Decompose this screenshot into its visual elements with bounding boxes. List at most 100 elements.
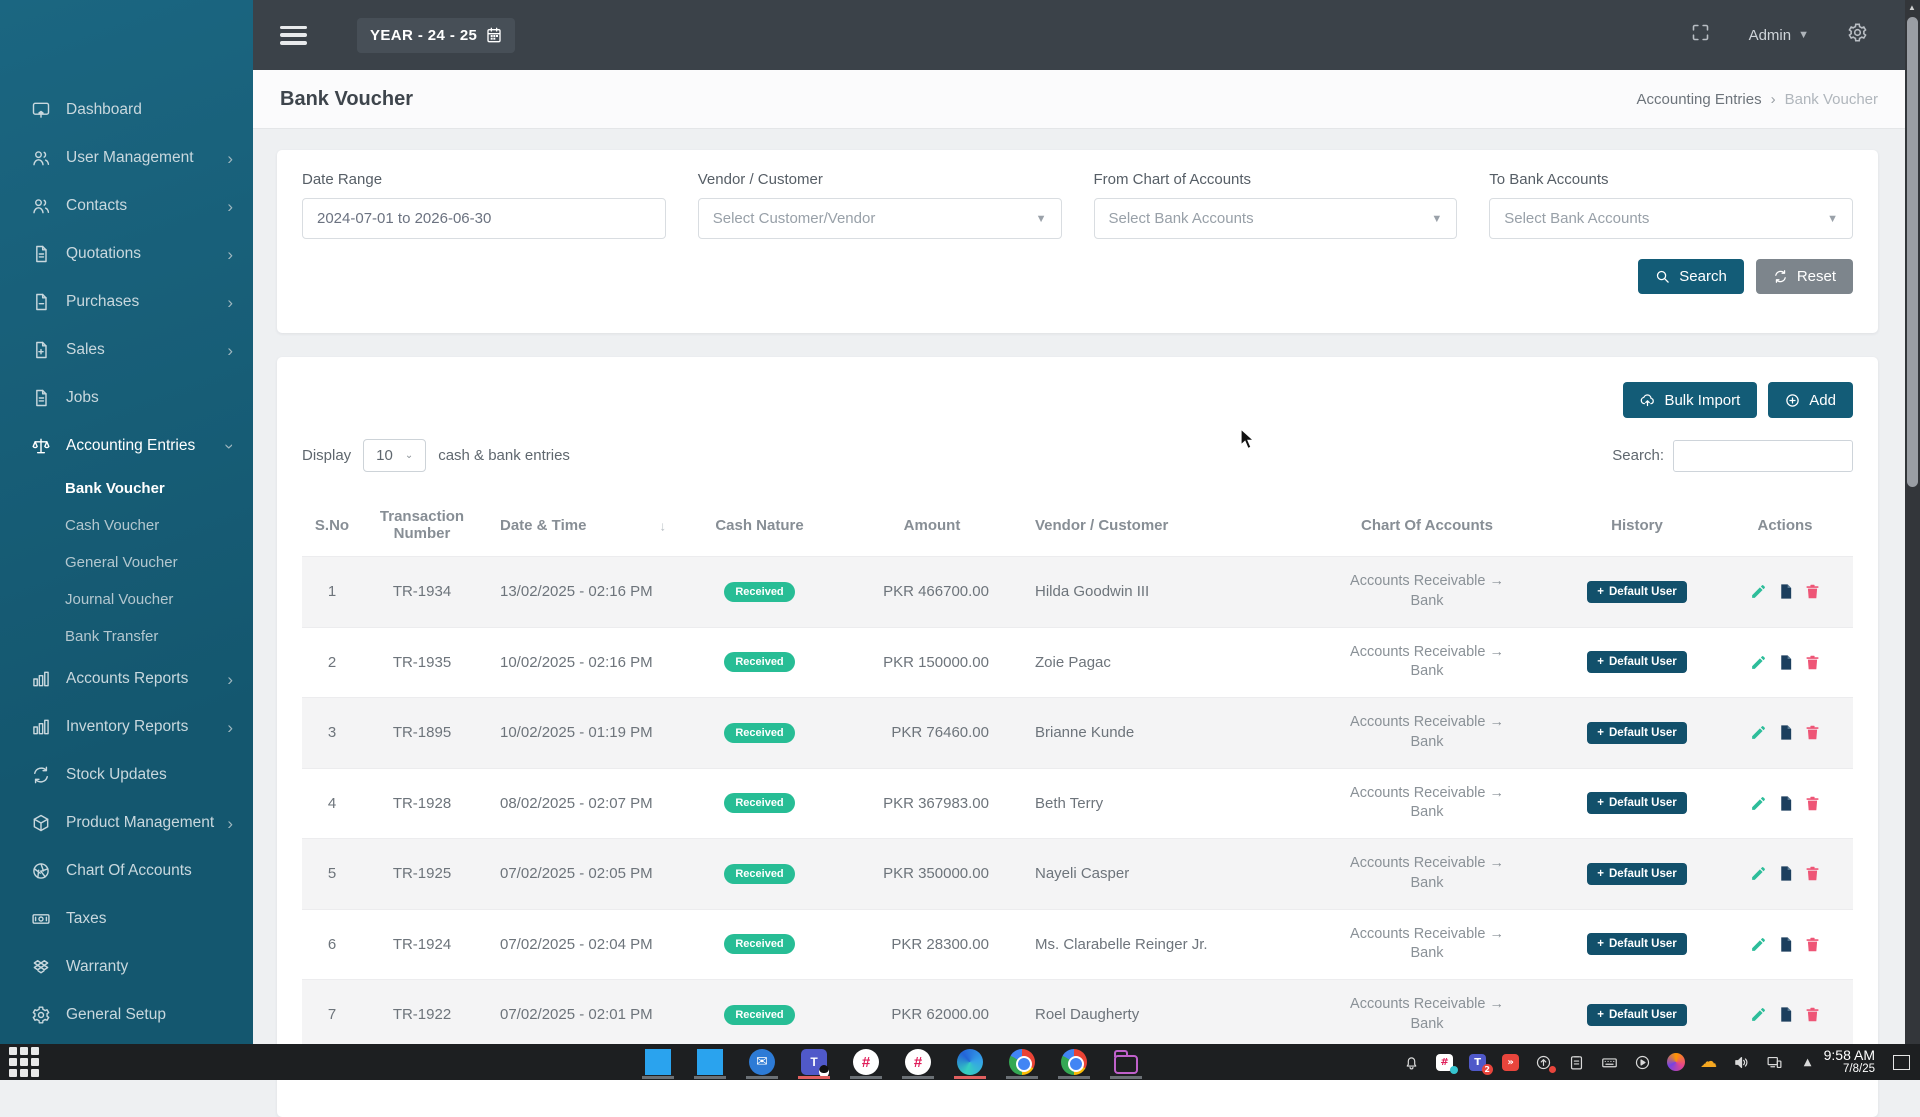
history-user-badge[interactable]: +Default User — [1587, 792, 1686, 814]
page-scrollbar[interactable]: ▲ — [1905, 0, 1920, 1044]
tray-keyboard-icon[interactable] — [1600, 1052, 1620, 1072]
column-header-cash-nature[interactable]: Cash Nature — [672, 517, 847, 534]
reset-button[interactable]: Reset — [1756, 259, 1853, 294]
sidebar-subitem-cash-voucher[interactable]: Cash Voucher — [0, 507, 253, 544]
edit-button[interactable] — [1750, 865, 1767, 882]
sidebar-subitem-bank-transfer[interactable]: Bank Transfer — [0, 618, 253, 655]
history-user-badge[interactable]: +Default User — [1587, 933, 1686, 955]
date-range-input[interactable]: 2024-07-01 to 2026-06-30 — [302, 198, 666, 239]
taskbar-app-slack-icon[interactable]: # — [901, 1045, 935, 1079]
delete-button[interactable] — [1804, 795, 1821, 812]
tray-clipboard-icon[interactable] — [1567, 1052, 1587, 1072]
delete-button[interactable] — [1804, 865, 1821, 882]
add-button[interactable]: Add — [1768, 382, 1853, 418]
copy-button[interactable] — [1777, 654, 1794, 671]
column-header-actions[interactable]: Actions — [1717, 517, 1853, 534]
edit-button[interactable] — [1750, 724, 1767, 741]
sidebar-subitem-bank-voucher[interactable]: Bank Voucher — [0, 470, 253, 507]
sidebar-item-accounting-entries[interactable]: Accounting Entries› — [0, 422, 253, 470]
copy-button[interactable] — [1777, 936, 1794, 953]
column-header-transaction-number[interactable]: Transaction Number — [362, 508, 482, 542]
copy-button[interactable] — [1777, 1006, 1794, 1023]
copy-button[interactable] — [1777, 795, 1794, 812]
admin-menu[interactable]: Admin ▼ — [1749, 27, 1809, 44]
history-user-badge[interactable]: +Default User — [1587, 863, 1686, 885]
page-size-select[interactable]: 10 ⌄ — [363, 439, 426, 472]
column-header-s-no[interactable]: S.No — [302, 517, 362, 534]
column-header-chart-of-accounts[interactable]: Chart Of Accounts — [1297, 517, 1557, 534]
menu-toggle-icon[interactable] — [280, 26, 307, 45]
scroll-up-icon[interactable]: ▲ — [1908, 3, 1916, 12]
edit-button[interactable] — [1750, 936, 1767, 953]
from-coa-select[interactable]: Select Bank Accounts ▼ — [1094, 198, 1458, 239]
copy-button[interactable] — [1777, 724, 1794, 741]
sidebar-item-contacts[interactable]: Contacts› — [0, 182, 253, 230]
sidebar-item-accounts-reports[interactable]: Accounts Reports› — [0, 655, 253, 703]
taskbar-app-slack-icon[interactable]: # — [849, 1045, 883, 1079]
bulk-import-button[interactable]: Bulk Import — [1623, 382, 1757, 418]
vendor-customer-select[interactable]: Select Customer/Vendor ▼ — [698, 198, 1062, 239]
taskbar-app-vscode-icon[interactable] — [641, 1045, 675, 1079]
tray-media-play-icon[interactable] — [1633, 1052, 1653, 1072]
delete-button[interactable] — [1804, 936, 1821, 953]
taskbar-app-chrome-icon[interactable] — [1005, 1045, 1039, 1079]
delete-button[interactable] — [1804, 654, 1821, 671]
sidebar-item-dashboard[interactable]: Dashboard — [0, 86, 253, 134]
breadcrumb-parent[interactable]: Accounting Entries — [1637, 91, 1762, 108]
history-user-badge[interactable]: +Default User — [1587, 1004, 1686, 1026]
show-desktop-button[interactable] — [1893, 1055, 1910, 1070]
edit-button[interactable] — [1750, 1006, 1767, 1023]
sidebar-item-user-management[interactable]: User Management› — [0, 134, 253, 182]
taskbar-app-edge-icon[interactable] — [953, 1045, 987, 1079]
sidebar-item-inventory-reports[interactable]: Inventory Reports› — [0, 703, 253, 751]
column-header-amount[interactable]: Amount — [847, 517, 1017, 534]
tray-firefox-tray-icon[interactable] — [1666, 1052, 1686, 1072]
copy-button[interactable] — [1777, 865, 1794, 882]
sidebar-item-sales[interactable]: Sales› — [0, 326, 253, 374]
sidebar-item-jobs[interactable]: Jobs — [0, 374, 253, 422]
sidebar-subitem-general-voucher[interactable]: General Voucher — [0, 544, 253, 581]
app-launcher-icon[interactable] — [7, 1047, 41, 1077]
search-button[interactable]: Search — [1638, 259, 1744, 294]
fullscreen-button[interactable] — [1690, 22, 1711, 48]
sidebar-item-chart-of-accounts[interactable]: Chart Of Accounts — [0, 847, 253, 895]
column-header-history[interactable]: History — [1557, 517, 1717, 534]
to-bank-select[interactable]: Select Bank Accounts ▼ — [1489, 198, 1853, 239]
column-header-vendor-customer[interactable]: Vendor / Customer — [1017, 517, 1297, 534]
taskbar-app-files-icon[interactable] — [1109, 1045, 1143, 1079]
tray-upload-status-icon[interactable] — [1534, 1052, 1554, 1072]
sidebar-item-taxes[interactable]: Taxes — [0, 895, 253, 943]
taskbar-clock[interactable]: 9:58 AM 7/8/25 — [1824, 1047, 1875, 1076]
edit-button[interactable] — [1750, 583, 1767, 600]
taskbar-app-thunderbird-icon[interactable]: ✉ — [745, 1045, 779, 1079]
tray-device-connect-icon[interactable] — [1765, 1052, 1785, 1072]
sidebar-item-stock-updates[interactable]: Stock Updates — [0, 751, 253, 799]
history-user-badge[interactable]: +Default User — [1587, 722, 1686, 744]
table-search-input[interactable] — [1673, 440, 1853, 472]
column-header-date-time[interactable]: Date & Time↓ — [482, 517, 672, 534]
tray-red-app-icon[interactable]: » — [1501, 1052, 1521, 1072]
sidebar-item-purchases[interactable]: Purchases› — [0, 278, 253, 326]
sidebar-item-warranty[interactable]: Warranty — [0, 943, 253, 991]
fiscal-year-selector[interactable]: YEAR - 24 - 25 — [357, 18, 515, 53]
tray-volume-icon[interactable] — [1732, 1052, 1752, 1072]
sidebar-subitem-journal-voucher[interactable]: Journal Voucher — [0, 581, 253, 618]
delete-button[interactable] — [1804, 583, 1821, 600]
scrollbar-thumb[interactable] — [1907, 17, 1918, 487]
delete-button[interactable] — [1804, 1006, 1821, 1023]
delete-button[interactable] — [1804, 724, 1821, 741]
copy-button[interactable] — [1777, 583, 1794, 600]
tray-tray-expand-icon[interactable]: ▲ — [1798, 1052, 1818, 1072]
history-user-badge[interactable]: +Default User — [1587, 581, 1686, 603]
tray-cloud-icon[interactable]: ☁ — [1699, 1052, 1719, 1072]
sidebar-item-quotations[interactable]: Quotations› — [0, 230, 253, 278]
settings-button[interactable] — [1847, 22, 1868, 48]
taskbar-app-teams-icon[interactable]: T — [797, 1045, 831, 1079]
sidebar-item-general-setup[interactable]: General Setup — [0, 991, 253, 1039]
sort-descending-icon[interactable]: ↓ — [660, 519, 667, 534]
tray-slack-tray-icon[interactable]: # — [1435, 1052, 1455, 1072]
history-user-badge[interactable]: +Default User — [1587, 651, 1686, 673]
taskbar-app-vscode-icon[interactable] — [693, 1045, 727, 1079]
edit-button[interactable] — [1750, 795, 1767, 812]
edit-button[interactable] — [1750, 654, 1767, 671]
